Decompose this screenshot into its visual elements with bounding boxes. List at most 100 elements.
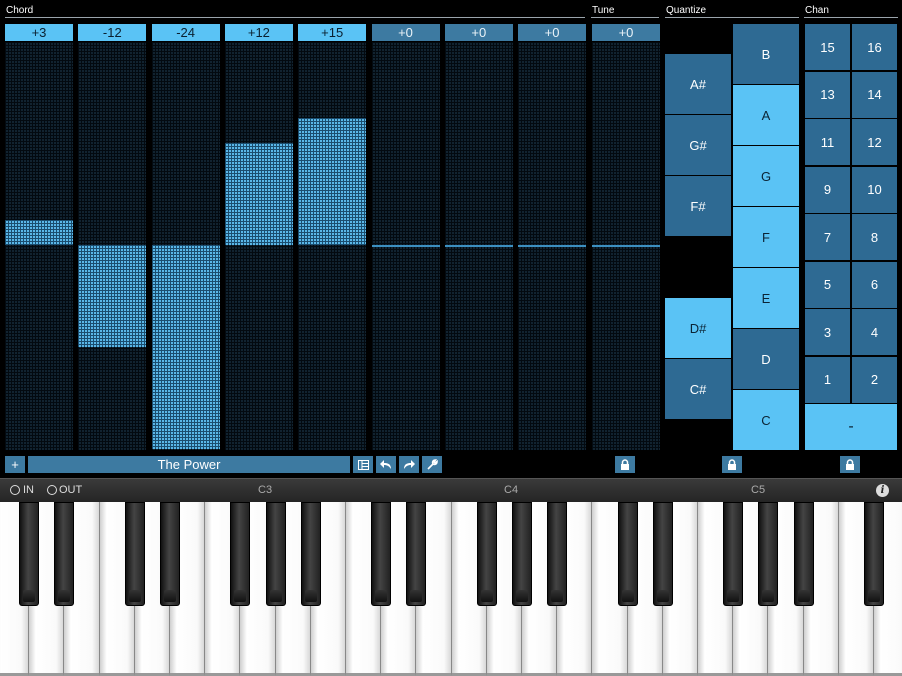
quantize-key-c[interactable]: C bbox=[733, 390, 799, 450]
midi-in-label[interactable]: IN bbox=[23, 484, 34, 496]
midi-in-icon[interactable] bbox=[10, 485, 20, 495]
piano-black-key[interactable] bbox=[265, 502, 286, 606]
zero-line bbox=[444, 245, 513, 247]
channel-none-button[interactable]: - bbox=[805, 404, 897, 450]
chan-lock-button[interactable] bbox=[840, 456, 860, 473]
chord-column-7-slider[interactable] bbox=[444, 42, 513, 450]
quantize-key-a[interactable]: A bbox=[733, 85, 799, 145]
chord-column-7-value[interactable]: +0 bbox=[444, 24, 513, 41]
quantize-key-d[interactable]: D bbox=[733, 329, 799, 389]
piano-black-key[interactable] bbox=[512, 502, 532, 606]
quantize-key-b[interactable]: B bbox=[733, 24, 799, 84]
lock-icon bbox=[621, 459, 629, 470]
piano-keyboard[interactable] bbox=[0, 502, 902, 676]
piano-black-key[interactable] bbox=[371, 502, 392, 606]
piano-black-key[interactable] bbox=[406, 502, 427, 606]
quantize-lock-button[interactable] bbox=[722, 456, 742, 473]
lock-icon bbox=[846, 459, 854, 470]
preset-name[interactable]: The Power bbox=[28, 456, 350, 473]
quantize-key-g[interactable]: G bbox=[733, 146, 799, 206]
piano-black-key[interactable] bbox=[793, 502, 814, 606]
piano-black-key[interactable] bbox=[723, 502, 744, 606]
octave-label-c5: C5 bbox=[751, 484, 766, 496]
quantize-key-g-sharp[interactable]: G# bbox=[665, 115, 731, 175]
midi-out-label[interactable]: OUT bbox=[59, 484, 82, 496]
quantize-section-title: Quantize bbox=[666, 5, 707, 16]
quantize-key-a-sharp[interactable]: A# bbox=[665, 54, 731, 114]
piano-black-key[interactable] bbox=[230, 502, 251, 606]
tune-value[interactable]: +0 bbox=[592, 24, 660, 41]
channel-button-3[interactable]: 3 bbox=[805, 309, 850, 355]
quantize-key-e[interactable]: E bbox=[733, 268, 799, 328]
lock-icon bbox=[728, 459, 736, 470]
piano-black-key[interactable] bbox=[758, 502, 779, 606]
chord-column-1-value[interactable]: +3 bbox=[5, 24, 73, 41]
tune-slider[interactable] bbox=[592, 42, 660, 450]
chord-column-2-slider[interactable] bbox=[78, 42, 147, 450]
quantize-key-c-sharp[interactable]: C# bbox=[665, 359, 731, 419]
chan-divider bbox=[804, 17, 898, 18]
piano-black-key[interactable] bbox=[547, 502, 568, 606]
piano-black-key[interactable] bbox=[300, 502, 321, 606]
channel-button-6[interactable]: 6 bbox=[852, 261, 897, 308]
chord-column-5-value[interactable]: +15 bbox=[298, 24, 367, 41]
quantize-key-f[interactable]: F bbox=[733, 207, 799, 267]
settings-button[interactable] bbox=[422, 456, 442, 473]
tune-section-title: Tune bbox=[592, 5, 615, 16]
chord-column-2-value[interactable]: -12 bbox=[78, 24, 147, 41]
piano-black-key[interactable] bbox=[617, 502, 638, 606]
channel-button-7[interactable]: 7 bbox=[805, 214, 850, 260]
zero-line bbox=[518, 245, 587, 247]
redo-button[interactable] bbox=[399, 456, 419, 473]
piano-black-key[interactable] bbox=[124, 502, 145, 606]
chord-column-5-level bbox=[298, 117, 367, 245]
channel-button-2[interactable]: 2 bbox=[852, 356, 897, 403]
chord-column-3-level bbox=[151, 245, 220, 449]
channel-button-5[interactable]: 5 bbox=[805, 261, 850, 308]
channel-button-1[interactable]: 1 bbox=[805, 356, 850, 403]
chord-column-4-value[interactable]: +12 bbox=[224, 24, 293, 41]
octave-label-c4: C4 bbox=[504, 484, 519, 496]
quantize-divider bbox=[665, 17, 799, 18]
tune-lock-button[interactable] bbox=[615, 456, 635, 473]
chord-column-4-level bbox=[224, 143, 293, 245]
channel-button-13[interactable]: 13 bbox=[805, 71, 850, 118]
wrench-icon bbox=[426, 459, 438, 470]
channel-button-11[interactable]: 11 bbox=[805, 119, 850, 165]
chord-column-6-value[interactable]: +0 bbox=[371, 24, 440, 41]
preset-list-button[interactable] bbox=[353, 456, 373, 473]
channel-button-9[interactable]: 9 bbox=[805, 166, 850, 213]
channel-button-12[interactable]: 12 bbox=[852, 119, 897, 165]
midi-out-icon[interactable] bbox=[47, 485, 57, 495]
chord-column-1-slider[interactable] bbox=[5, 42, 73, 450]
tune-divider bbox=[591, 17, 659, 18]
chord-column-3-slider[interactable] bbox=[151, 42, 220, 450]
chord-column-6-slider[interactable] bbox=[371, 42, 440, 450]
piano-black-key[interactable] bbox=[160, 502, 180, 606]
channel-button-4[interactable]: 4 bbox=[852, 309, 897, 355]
add-preset-button[interactable]: + bbox=[5, 456, 25, 473]
chord-column-4-slider[interactable] bbox=[224, 42, 293, 450]
piano-black-key[interactable] bbox=[652, 502, 673, 606]
list-icon bbox=[357, 459, 369, 470]
quantize-key-d-sharp[interactable]: D# bbox=[665, 298, 731, 358]
channel-button-15[interactable]: 15 bbox=[805, 24, 850, 70]
piano-black-key[interactable] bbox=[864, 502, 884, 606]
redo-icon bbox=[404, 459, 415, 469]
tune-zero-line bbox=[592, 245, 660, 247]
quantize-key-f-sharp[interactable]: F# bbox=[665, 176, 731, 236]
piano-black-key[interactable] bbox=[476, 502, 497, 606]
channel-button-14[interactable]: 14 bbox=[852, 71, 897, 118]
chord-column-5-slider[interactable] bbox=[298, 42, 367, 450]
channel-button-16[interactable]: 16 bbox=[852, 24, 897, 70]
channel-button-10[interactable]: 10 bbox=[852, 166, 897, 213]
channel-button-8[interactable]: 8 bbox=[852, 214, 897, 260]
piano-black-key[interactable] bbox=[19, 502, 40, 606]
chan-section-title: Chan bbox=[805, 5, 829, 16]
chord-column-3-value[interactable]: -24 bbox=[151, 24, 220, 41]
info-icon[interactable]: i bbox=[876, 484, 889, 497]
undo-button[interactable] bbox=[376, 456, 396, 473]
chord-column-8-value[interactable]: +0 bbox=[518, 24, 587, 41]
piano-black-key[interactable] bbox=[54, 502, 75, 606]
chord-column-8-slider[interactable] bbox=[518, 42, 587, 450]
